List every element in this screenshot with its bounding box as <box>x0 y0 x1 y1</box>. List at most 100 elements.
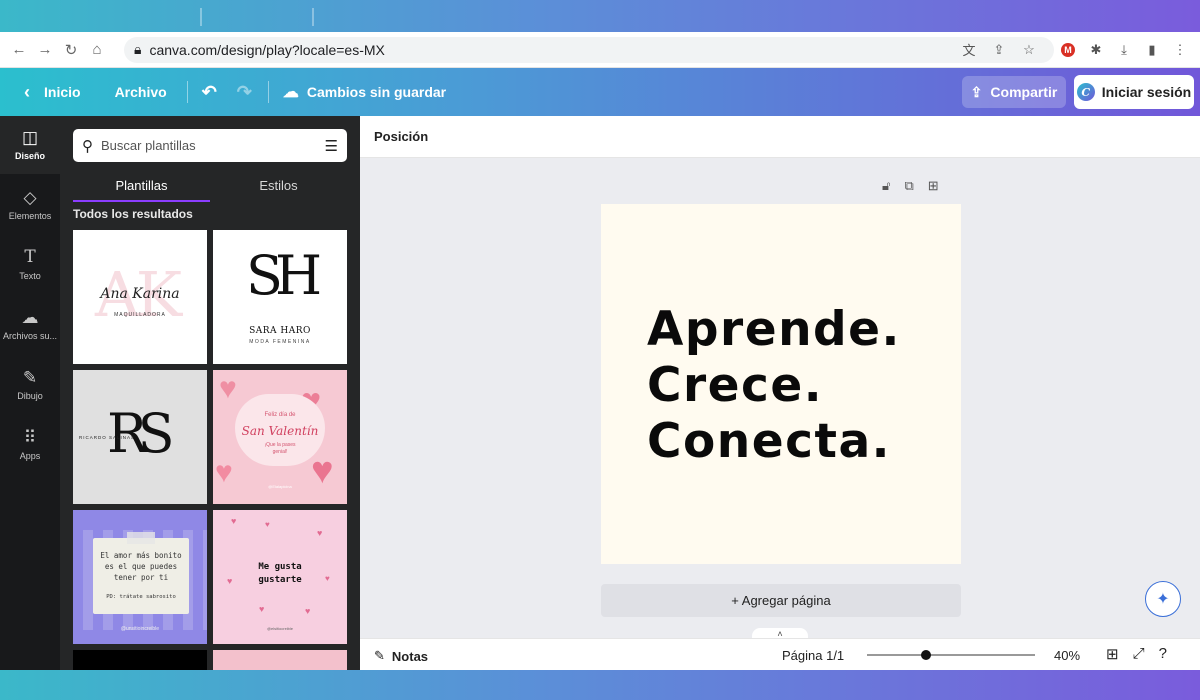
sidepanel-icon[interactable]: ▮ <box>1138 37 1166 63</box>
home-button[interactable]: ‹ Inicio <box>24 68 81 116</box>
tab-templates[interactable]: Plantillas <box>73 174 210 202</box>
design-text-block[interactable]: Aprende. Crece. Conecta. <box>647 302 901 470</box>
template-handle: @unsitioincreible <box>120 626 160 632</box>
template-thumbnail[interactable]: El amor más bonito es el que puedes tene… <box>73 510 207 644</box>
lock-icon[interactable]: 🔓︎ <box>882 178 890 194</box>
text-icon: T <box>24 247 36 267</box>
rail-label: Texto <box>19 271 41 281</box>
editor-toolbar: Posición <box>360 116 1200 158</box>
heart-decoration-icon: ♥ <box>219 372 237 405</box>
design-text-line: Crece. <box>647 358 824 413</box>
save-status[interactable]: ☁ Cambios sin guardar <box>283 68 446 116</box>
rail-item-apps[interactable]: ⠿ Apps <box>0 416 60 474</box>
menu-dots-icon[interactable]: ⋮ <box>1166 37 1194 63</box>
templates-panel: ⚲ Buscar plantillas ☰ Plantillas Estilos… <box>60 116 360 670</box>
download-icon[interactable]: ⤓ <box>1110 37 1138 63</box>
template-ps: PD: trátate sabrosito <box>106 594 176 600</box>
template-thumbnail[interactable] <box>213 650 347 670</box>
shapes-icon: ◇ <box>23 188 37 207</box>
template-handle: @Elalapicina <box>268 484 292 489</box>
search-icon: ⚲ <box>82 137 93 155</box>
template-text-line: ¡Que la pases <box>264 442 296 448</box>
grid-view-icon[interactable]: ⊞ <box>1106 645 1119 663</box>
duplicate-page-icon[interactable]: ⧉ <box>904 178 913 194</box>
zoom-slider[interactable] <box>867 650 1035 660</box>
page-tools: 🔓︎ ⧉ ⊞ <box>882 178 939 194</box>
rail-label: Elementos <box>8 211 52 221</box>
template-brand-name: SARA HARO <box>249 326 311 336</box>
rail-label: Dibujo <box>17 391 43 401</box>
extensions-puzzle-icon[interactable]: ✱ <box>1082 37 1110 63</box>
notes-icon: ✎ <box>374 648 385 663</box>
page-indicator[interactable]: Página 1/1 <box>782 648 844 663</box>
rail-label: Archivos su... <box>2 331 58 341</box>
fullscreen-icon[interactable]: ⤢ <box>1133 645 1145 663</box>
notes-button[interactable]: ✎ Notas <box>374 648 428 664</box>
help-icon[interactable]: ? <box>1159 645 1167 663</box>
template-side-text: RICARDO SALINAS <box>79 435 136 440</box>
design-page[interactable]: Aprende. Crece. Conecta. <box>601 204 961 564</box>
editor-header: ‹ Inicio Archivo ↶ ↷ ☁ Cambios sin guard… <box>0 68 1200 116</box>
back-arrow-icon[interactable]: ← <box>6 37 32 63</box>
forward-arrow-icon[interactable]: → <box>32 37 58 63</box>
template-thumbnail[interactable] <box>73 650 207 670</box>
login-label: Iniciar sesión <box>1101 84 1192 100</box>
position-button[interactable]: Posición <box>374 129 428 144</box>
translate-icon[interactable]: 文 <box>954 40 984 59</box>
tab-styles[interactable]: Estilos <box>210 174 347 202</box>
rail-item-draw[interactable]: ✎ Dibujo <box>0 356 60 414</box>
undo-icon[interactable]: ↶ <box>202 68 217 116</box>
template-monogram: RS <box>107 402 175 465</box>
share-page-icon[interactable]: ⇪ <box>984 42 1014 58</box>
template-thumbnail[interactable]: RS RICARDO SALINAS <box>73 370 207 504</box>
heart-decoration-icon: ♥ <box>265 520 270 529</box>
header-divider <box>267 81 269 103</box>
extension-red-icon[interactable]: M <box>1054 37 1082 63</box>
rail-item-elements[interactable]: ◇ Elementos <box>0 176 60 234</box>
login-button[interactable]: C Iniciar sesión <box>1074 75 1194 109</box>
zoom-slider-handle[interactable] <box>920 650 931 660</box>
home-icon[interactable]: ⌂ <box>84 37 110 63</box>
window-top-strip <box>0 0 1200 32</box>
tape-decoration <box>127 532 155 544</box>
template-quote: El amor más bonito es el que puedes tene… <box>100 551 182 582</box>
rail-item-text[interactable]: T Texto <box>0 236 60 294</box>
results-title: Todos los resultados <box>73 207 193 221</box>
grid-icon: ⠿ <box>23 428 37 447</box>
filter-sliders-icon[interactable]: ☰ <box>325 137 338 155</box>
template-thumbnail[interactable]: AK Ana Karina MAQUILLADORA <box>73 230 207 364</box>
file-menu-button[interactable]: Archivo <box>115 68 167 116</box>
reload-icon[interactable]: ↻ <box>58 37 84 63</box>
design-text-line: Aprende. <box>647 302 901 357</box>
template-thumbnail[interactable]: ♥ ♥ ♥ ♥ Feliz día de San Valentín ¡Que l… <box>213 370 347 504</box>
pen-icon: ✎ <box>22 368 38 387</box>
bookmark-star-icon[interactable]: ☆ <box>1014 42 1044 58</box>
template-script-name: Ana Karina <box>100 286 180 302</box>
search-placeholder: Buscar plantillas <box>101 138 196 153</box>
design-text-line: Conecta. <box>647 414 892 469</box>
panel-tabs: Plantillas Estilos <box>73 174 347 202</box>
magic-sparkle-icon[interactable]: ✦ <box>1145 581 1181 617</box>
template-search-input[interactable]: ⚲ Buscar plantillas ☰ <box>73 129 347 162</box>
rail-item-uploads[interactable]: ☁ Archivos su... <box>0 296 60 354</box>
heart-decoration-icon: ♥ <box>259 604 265 614</box>
zoom-percent[interactable]: 40% <box>1054 648 1080 663</box>
add-page-icon[interactable]: ⊞ <box>928 178 939 194</box>
lock-icon: 🔒︎ <box>134 41 142 57</box>
browser-toolbar: ← → ↻ ⌂ 🔒︎ canva.com/design/play?locale=… <box>0 32 1200 68</box>
redo-icon[interactable]: ↷ <box>237 68 252 116</box>
canva-logo-icon: C <box>1076 83 1095 101</box>
template-monogram: SH <box>245 244 322 307</box>
share-button[interactable]: ⇪ Compartir <box>962 76 1066 108</box>
share-label: Compartir <box>990 84 1058 100</box>
header-divider <box>186 81 188 103</box>
heart-decoration-icon: ♥ <box>305 606 311 616</box>
template-thumbnail[interactable]: SH SARA HARO MODA FEMENINA <box>213 230 347 364</box>
heart-decoration-icon: ♥ <box>317 528 323 538</box>
template-handle: @elsitiocreible <box>266 626 294 631</box>
template-thumbnail[interactable]: ♥ ♥ ♥ ♥ ♥ ♥ ♥ Me gusta gustarte @elsitio… <box>213 510 347 644</box>
address-bar[interactable]: 🔒︎ canva.com/design/play?locale=es-MX 文 … <box>124 36 1054 63</box>
strip-decoration <box>200 8 202 26</box>
rail-item-design[interactable]: ◫ Diseño <box>0 116 60 174</box>
add-page-button[interactable]: + Agregar página <box>601 584 961 617</box>
